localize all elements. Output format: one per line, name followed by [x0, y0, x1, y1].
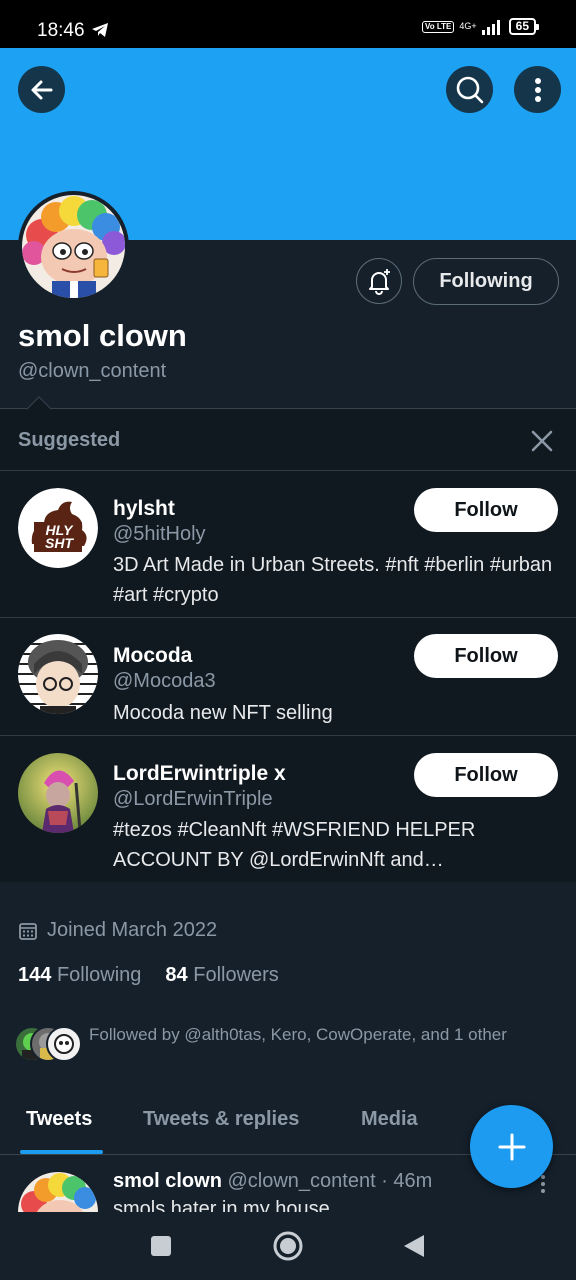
status-indicators: Vo LTE 4G+ 65: [422, 18, 540, 35]
suggested-user-hylsht[interactable]: HLY SHT hylsht @5hitHoly 3D Art Made in U…: [0, 471, 576, 617]
suggested-panel: Suggested HLY SHT hylsht @5hitHoly 3D Art…: [0, 396, 576, 883]
tweet-author-name[interactable]: smol clown: [113, 1170, 222, 1192]
suggested-bio: Mocoda new NFT selling: [113, 702, 333, 724]
arrow-left-icon: [31, 80, 52, 99]
recent-apps-icon[interactable]: [150, 1235, 172, 1257]
plus-icon: [498, 1133, 525, 1160]
avatar-image: [18, 634, 98, 714]
more-vertical-icon: [534, 77, 541, 102]
volte-icon: Vo LTE: [422, 20, 455, 33]
suggested-user-mocoda[interactable]: Mocoda @Mocoda3 Mocoda new NFT selling F…: [0, 618, 576, 735]
follow-button[interactable]: Follow: [414, 753, 558, 797]
followers-label: Followers: [193, 964, 279, 986]
avatar-image: [54, 1034, 74, 1054]
back-nav-icon[interactable]: [402, 1233, 426, 1259]
suggested-handle: @Mocoda3: [113, 670, 216, 692]
profile-avatar[interactable]: [18, 191, 129, 302]
followed-by-avatars[interactable]: [14, 1026, 84, 1064]
joined-date: Joined March 2022: [18, 919, 217, 942]
suggested-name[interactable]: LordErwintriple x: [113, 762, 286, 786]
close-icon[interactable]: [528, 427, 556, 455]
follow-button[interactable]: Follow: [414, 488, 558, 532]
suggested-handle: @5hitHoly: [113, 523, 206, 545]
following-label: Following: [56, 964, 142, 986]
tab-tweets-replies[interactable]: Tweets & replies: [143, 1108, 299, 1131]
tweet-text: smols hater in my house: [113, 1198, 330, 1212]
panel-caret: [26, 396, 52, 422]
suggested-handle: @LordErwinTriple: [113, 788, 273, 810]
tab-media[interactable]: Media: [361, 1108, 418, 1131]
tweet-author-handle: @clown_content: [227, 1170, 376, 1192]
tweet-time: · 46m: [381, 1170, 433, 1192]
followers-count: 84: [165, 964, 188, 986]
network-type: 4G+: [459, 21, 477, 31]
joined-text: Joined March 2022: [47, 919, 218, 941]
follow-stats: 144 Following 84 Followers: [18, 964, 279, 987]
suggested-avatar[interactable]: [18, 753, 98, 833]
signal-icon: [481, 19, 500, 35]
avatar-logo-text: HLY SHT: [45, 522, 73, 551]
search-button[interactable]: [446, 66, 493, 113]
follow-button[interactable]: Follow: [414, 634, 558, 678]
bell-plus-icon: [369, 269, 390, 295]
avatar-image: [18, 1172, 98, 1212]
more-button[interactable]: [514, 66, 561, 113]
search-icon: [456, 76, 483, 103]
following-button[interactable]: Following: [413, 258, 559, 305]
suggested-user-lorderwin[interactable]: LordErwintriple x @LordErwinTriple #tezo…: [0, 736, 576, 883]
more-vertical-icon[interactable]: [540, 1174, 546, 1194]
suggested-avatar[interactable]: [18, 634, 98, 714]
suggested-name[interactable]: hylsht: [113, 497, 175, 521]
following-count: 144: [18, 964, 52, 986]
tweet-header: smol clown @clown_content · 46m: [113, 1170, 432, 1193]
follower-avatar: [46, 1026, 82, 1062]
home-icon[interactable]: [272, 1230, 304, 1262]
followed-by-text[interactable]: Followed by @alth0tas, Kero, CowOperate,…: [89, 1022, 539, 1048]
battery-icon: 65: [508, 18, 540, 35]
notifications-button[interactable]: [356, 258, 402, 304]
tab-tweets[interactable]: Tweets: [26, 1108, 92, 1131]
suggested-bio: 3D Art Made in Urban Streets. #nft #berl…: [113, 554, 553, 606]
tweet-avatar[interactable]: [18, 1172, 98, 1212]
avatar-image: [22, 195, 125, 298]
following-stat[interactable]: 144 Following: [18, 964, 141, 987]
suggested-bio: #tezos #CleanNft #WSFRIEND HELPER ACCOUN…: [113, 815, 553, 875]
back-button[interactable]: [18, 66, 65, 113]
display-name: smol clown: [18, 318, 187, 353]
suggested-avatar[interactable]: HLY SHT: [18, 488, 98, 568]
profile-handle: @clown_content: [18, 360, 167, 382]
status-time: 18:46: [37, 20, 85, 41]
calendar-icon: [19, 922, 37, 940]
suggested-title: Suggested: [18, 429, 121, 451]
status-bar: 18:46 Vo LTE 4G+ 65: [0, 0, 576, 48]
suggested-name[interactable]: Mocoda: [113, 644, 192, 668]
system-nav-bar: [0, 1212, 576, 1280]
telegram-icon: [92, 23, 108, 37]
avatar-image: [18, 753, 98, 833]
compose-tweet-button[interactable]: [470, 1105, 553, 1188]
suggested-bio-text: #tezos #CleanNft #WSFRIEND HELPER ACCOUN…: [113, 819, 476, 871]
followers-stat[interactable]: 84 Followers: [165, 964, 278, 987]
